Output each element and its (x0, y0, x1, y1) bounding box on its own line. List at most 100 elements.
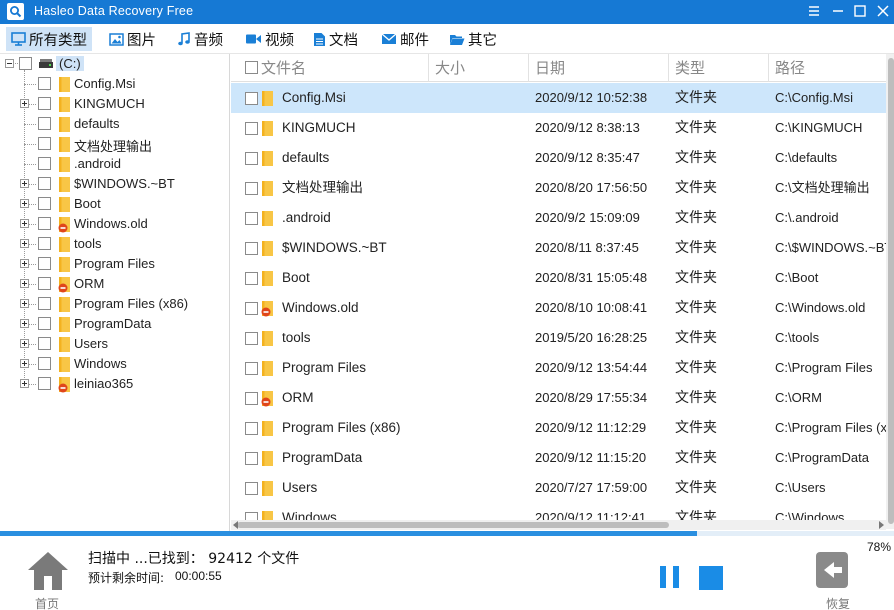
table-row[interactable]: ORM 2020/8/29 17:55:34 文件夹 C:\ORM (231, 383, 894, 413)
filter-mail[interactable]: 邮件 (376, 27, 434, 51)
row-checkbox[interactable] (245, 422, 258, 435)
expand-icon[interactable] (20, 99, 29, 108)
tree-item[interactable]: Windows.old (0, 214, 229, 234)
table-row[interactable]: 文档处理输出 2020/8/20 17:56:50 文件夹 C:\文档处理输出 (231, 173, 894, 203)
table-row[interactable]: $WINDOWS.~BT 2020/8/11 8:37:45 文件夹 C:\$WIND… (231, 233, 894, 263)
tree-root-drive-c[interactable]: (C:) (0, 54, 229, 74)
filter-pictures[interactable]: 图片 (104, 27, 161, 51)
row-checkbox[interactable] (245, 332, 258, 345)
expand-icon[interactable] (20, 259, 29, 268)
row-checkbox[interactable] (245, 182, 258, 195)
row-checkbox[interactable] (245, 242, 258, 255)
tree-item[interactable]: KINGMUCH (0, 94, 229, 114)
tree-item[interactable]: ProgramData (0, 314, 229, 334)
tree-item-checkbox[interactable] (38, 177, 51, 190)
table-row[interactable]: .android 2020/9/2 15:09:09 文件夹 C:\.android (231, 203, 894, 233)
table-row[interactable]: Users 2020/7/27 17:59:00 文件夹 C:\Users (231, 473, 894, 503)
filter-other[interactable]: 其它 (444, 27, 502, 51)
minimize-button[interactable] (826, 0, 850, 22)
table-row[interactable]: KINGMUCH 2020/9/12 8:38:13 文件夹 C:\KINGMUCH (231, 113, 894, 143)
menu-button[interactable] (802, 0, 826, 22)
table-row[interactable]: Boot 2020/8/31 15:05:48 文件夹 C:\Boot (231, 263, 894, 293)
tree-item[interactable]: Program Files (0, 254, 229, 274)
row-checkbox[interactable] (245, 92, 258, 105)
tree-item[interactable]: defaults (0, 114, 229, 134)
tree-item-checkbox[interactable] (38, 337, 51, 350)
table-row[interactable]: Program Files 2020/9/12 13:54:44 文件夹 C:\Pro… (231, 353, 894, 383)
stop-button[interactable] (699, 566, 723, 590)
recover-icon[interactable] (808, 548, 856, 592)
tree-item[interactable]: leiniao365 (0, 374, 229, 394)
expand-icon[interactable] (20, 319, 29, 328)
filter-all-types[interactable]: 所有类型 (6, 27, 92, 51)
tree-item-checkbox[interactable] (38, 297, 51, 310)
tree-item[interactable]: Config.Msi (0, 74, 229, 94)
table-row[interactable]: Config.Msi 2020/9/12 10:52:38 文件夹 C:\Config… (231, 83, 894, 113)
tree-item-checkbox[interactable] (38, 77, 51, 90)
column-header-type[interactable]: 类型 (669, 54, 769, 82)
tree-item-checkbox[interactable] (38, 117, 51, 130)
maximize-button[interactable] (848, 0, 872, 22)
row-checkbox[interactable] (245, 212, 258, 225)
expand-icon[interactable] (20, 299, 29, 308)
table-row[interactable]: ProgramData 2020/9/12 11:15:20 文件夹 C:\Progr… (231, 443, 894, 473)
expand-icon[interactable] (20, 219, 29, 228)
tree-item-checkbox[interactable] (38, 217, 51, 230)
filter-audio[interactable]: 音频 (172, 27, 228, 51)
tree-item-checkbox[interactable] (38, 257, 51, 270)
filter-video[interactable]: 视频 (240, 27, 299, 51)
tree-item[interactable]: .android (0, 154, 229, 174)
tree-item-checkbox[interactable] (38, 237, 51, 250)
expand-icon[interactable] (20, 339, 29, 348)
tree-item[interactable]: $WINDOWS.~BT (0, 174, 229, 194)
tree-item[interactable]: tools (0, 234, 229, 254)
tree-item[interactable]: ORM (0, 274, 229, 294)
row-checkbox[interactable] (245, 272, 258, 285)
expand-icon[interactable] (20, 239, 29, 248)
column-header-path[interactable]: 路径 (769, 54, 894, 82)
row-checkbox[interactable] (245, 362, 258, 375)
table-row[interactable]: tools 2019/5/20 16:28:25 文件夹 C:\tools (231, 323, 894, 353)
pause-button[interactable] (660, 566, 682, 588)
row-checkbox[interactable] (245, 482, 258, 495)
tree-root-checkbox[interactable] (19, 57, 32, 70)
vertical-scrollbar-thumb[interactable] (888, 58, 894, 524)
row-checkbox[interactable] (245, 152, 258, 165)
recover-button-label[interactable]: 恢复 (826, 595, 850, 610)
table-row[interactable]: Windows.old 2020/8/10 10:08:41 文件夹 C:\Windo… (231, 293, 894, 323)
expand-icon[interactable] (20, 179, 29, 188)
scroll-left-icon[interactable] (232, 521, 239, 529)
tree-item[interactable]: 文档处理输出 (0, 134, 229, 154)
expand-icon[interactable] (20, 379, 29, 388)
column-header-name[interactable]: 文件名 (255, 54, 429, 82)
home-button-label[interactable]: 首页 (35, 595, 59, 610)
column-header-size[interactable]: 大小 (429, 54, 529, 82)
row-checkbox[interactable] (245, 302, 258, 315)
tree-item[interactable]: Users (0, 334, 229, 354)
tree-item-checkbox[interactable] (38, 157, 51, 170)
tree-item-checkbox[interactable] (38, 357, 51, 370)
tree-item-checkbox[interactable] (38, 197, 51, 210)
filter-documents[interactable]: 文档 (308, 27, 363, 51)
collapse-icon[interactable] (5, 59, 14, 68)
tree-item-checkbox[interactable] (38, 317, 51, 330)
tree-item[interactable]: Boot (0, 194, 229, 214)
scroll-right-icon[interactable] (878, 521, 885, 529)
home-icon[interactable] (26, 550, 70, 592)
table-row[interactable]: defaults 2020/9/12 8:35:47 文件夹 C:\defaults (231, 143, 894, 173)
close-button[interactable] (871, 0, 894, 22)
tree-item[interactable]: Program Files (x86) (0, 294, 229, 314)
expand-icon[interactable] (20, 359, 29, 368)
row-checkbox[interactable] (245, 122, 258, 135)
expand-icon[interactable] (20, 279, 29, 288)
tree-item-checkbox[interactable] (38, 277, 51, 290)
tree-item-checkbox[interactable] (38, 137, 51, 150)
horizontal-scrollbar-thumb[interactable] (237, 522, 669, 528)
row-checkbox[interactable] (245, 452, 258, 465)
table-row[interactable]: Program Files (x86) 2020/9/12 11:12:29 文件夹… (231, 413, 894, 443)
tree-item[interactable]: Windows (0, 354, 229, 374)
row-checkbox[interactable] (245, 392, 258, 405)
tree-item-checkbox[interactable] (38, 97, 51, 110)
tree-item-checkbox[interactable] (38, 377, 51, 390)
expand-icon[interactable] (20, 199, 29, 208)
